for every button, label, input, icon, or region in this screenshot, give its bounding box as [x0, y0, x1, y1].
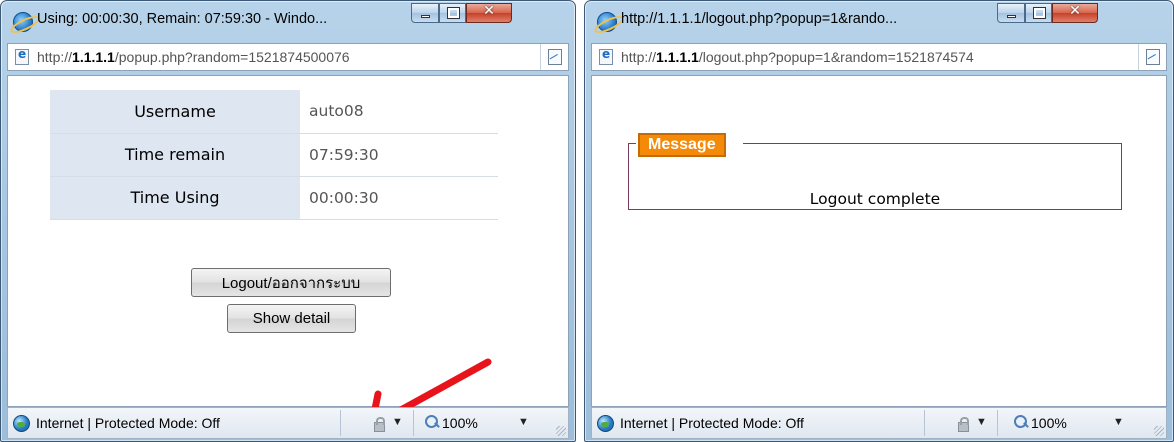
chevron-down-icon[interactable]: ▼	[1113, 416, 1124, 428]
address-bar[interactable]: http://1.1.1.1/popup.php?random=15218745…	[7, 43, 569, 71]
url-prefix: http://	[37, 49, 73, 65]
status-bar: Internet | Protected Mode: Off ▼ 100% ▼	[7, 407, 569, 439]
compatibility-view-icon[interactable]	[540, 44, 568, 70]
close-button[interactable]: ✕	[1052, 3, 1098, 23]
logout-message: Logout complete	[809, 190, 941, 208]
zone-status[interactable]: Internet | Protected Mode: Off	[36, 415, 220, 431]
page-icon	[599, 47, 613, 65]
status-divider	[997, 410, 998, 436]
chevron-down-icon[interactable]: ▼	[518, 416, 529, 428]
zone-status[interactable]: Internet | Protected Mode: Off	[620, 415, 804, 431]
time-using-value: 00:00:30	[300, 176, 498, 220]
minimize-icon	[421, 15, 430, 18]
ie-logo-icon	[13, 12, 33, 32]
globe-icon	[597, 415, 614, 432]
popup-window: Using: 00:00:30, Remain: 07:59:30 - Wind…	[0, 0, 576, 442]
compatibility-view-icon[interactable]	[1138, 44, 1166, 70]
table-row: Time Using 00:00:30	[50, 176, 498, 220]
page-content: Message Logout complete	[591, 75, 1167, 407]
minimize-button[interactable]	[411, 3, 439, 23]
address-bar[interactable]: http://1.1.1.1/logout.php?popup=1&random…	[591, 43, 1167, 71]
page-content: Username auto08 Time remain 07:59:30 Tim…	[7, 75, 569, 428]
message-legend: Message	[638, 133, 726, 157]
close-icon: ✕	[483, 3, 495, 19]
zoom-level[interactable]: 100%	[442, 415, 478, 431]
title-bar[interactable]: Using: 00:00:30, Remain: 07:59:30 - Wind…	[1, 1, 575, 41]
maximize-button[interactable]	[1025, 3, 1052, 23]
globe-icon	[13, 415, 30, 432]
status-divider	[413, 410, 414, 436]
status-divider	[340, 410, 341, 436]
status-divider	[924, 410, 925, 436]
show-detail-button[interactable]: Show detail	[227, 304, 356, 333]
lock-icon[interactable]	[954, 415, 970, 432]
table-row: Username auto08	[50, 90, 498, 134]
time-remain-value: 07:59:30	[300, 133, 498, 177]
lock-icon[interactable]	[370, 415, 386, 432]
logout-button[interactable]: Logout/ออกจากระบบ	[191, 268, 391, 297]
chevron-down-icon[interactable]: ▼	[392, 416, 403, 428]
zoom-level[interactable]: 100%	[1031, 415, 1067, 431]
title-bar[interactable]: http://1.1.1.1/logout.php?popup=1&rando.…	[585, 1, 1173, 41]
maximize-icon	[1033, 7, 1046, 19]
ie-logo-icon	[597, 12, 617, 32]
minimize-icon	[1007, 15, 1016, 18]
magnifier-icon[interactable]	[424, 414, 440, 430]
close-button[interactable]: ✕	[466, 3, 512, 23]
url-path: /popup.php?random=1521874500076	[114, 49, 350, 65]
session-info-table: Username auto08 Time remain 07:59:30 Tim…	[50, 90, 498, 220]
resize-grip[interactable]	[1154, 426, 1164, 436]
username-value: auto08	[300, 90, 498, 134]
username-label: Username	[50, 90, 300, 134]
url-host: 1.1.1.1	[72, 49, 115, 65]
magnifier-icon[interactable]	[1013, 414, 1029, 430]
status-bar: Internet | Protected Mode: Off ▼ 100% ▼	[591, 407, 1167, 439]
table-row: Time remain 07:59:30	[50, 133, 498, 177]
resize-grip[interactable]	[556, 426, 566, 436]
time-remain-label: Time remain	[50, 133, 300, 177]
maximize-icon	[447, 7, 460, 19]
maximize-button[interactable]	[439, 3, 466, 23]
page-icon	[15, 47, 29, 65]
url-host: 1.1.1.1	[656, 49, 699, 65]
message-box-border	[628, 143, 636, 144]
close-icon: ✕	[1069, 3, 1081, 19]
minimize-button[interactable]	[997, 3, 1025, 23]
time-using-label: Time Using	[50, 176, 300, 220]
url-prefix: http://	[621, 49, 657, 65]
chevron-down-icon[interactable]: ▼	[976, 416, 987, 428]
window-title: http://1.1.1.1/logout.php?popup=1&rando.…	[621, 11, 898, 27]
address-url[interactable]: http://1.1.1.1/logout.php?popup=1&random…	[621, 49, 1138, 65]
address-url[interactable]: http://1.1.1.1/popup.php?random=15218745…	[37, 49, 540, 65]
window-title: Using: 00:00:30, Remain: 07:59:30 - Wind…	[37, 11, 328, 27]
message-box-border	[743, 143, 1122, 144]
logout-window: http://1.1.1.1/logout.php?popup=1&rando.…	[584, 0, 1174, 442]
url-path: /logout.php?popup=1&random=1521874574	[698, 49, 974, 65]
